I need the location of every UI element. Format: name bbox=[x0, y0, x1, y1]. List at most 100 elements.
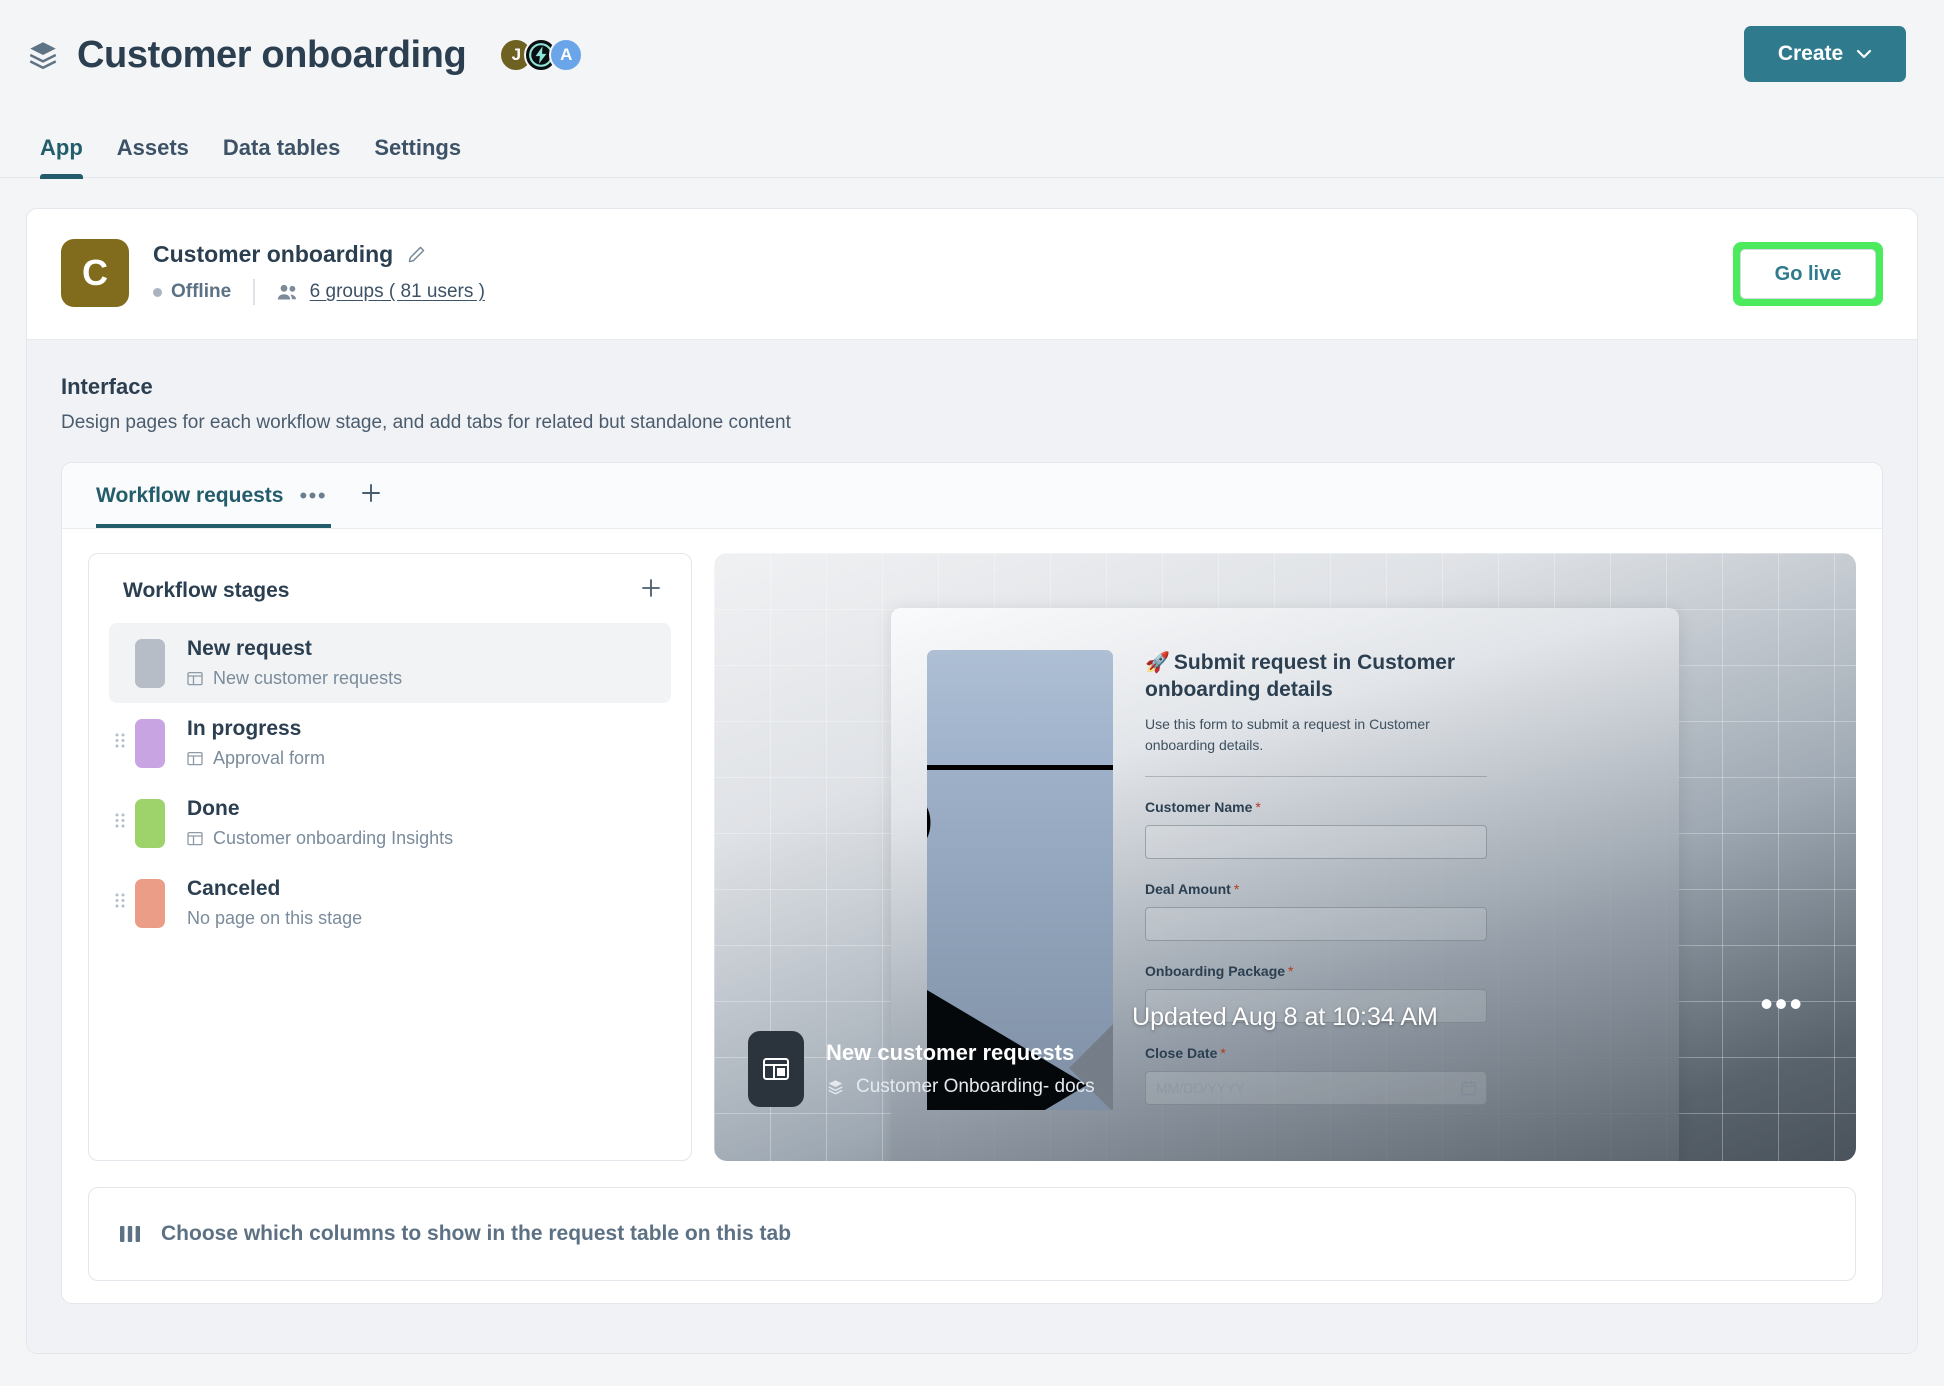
preview-source: Customer Onboarding- docs bbox=[826, 1076, 1095, 1098]
stage-page: Customer onboarding Insights bbox=[187, 828, 453, 849]
brand: Customer onboarding J A bbox=[26, 33, 584, 77]
stage-row-in-progress[interactable]: In progress Approval form bbox=[109, 703, 671, 783]
tab-workflow-requests-label: Workflow requests bbox=[96, 483, 284, 507]
stage-text: Done Customer onboarding Insights bbox=[187, 797, 453, 849]
main-card: C Customer onboarding Offline 6 groups (… bbox=[26, 208, 1918, 1354]
drag-handle[interactable] bbox=[111, 892, 129, 914]
preview-form: 🚀 Submit request in Customer onboarding d… bbox=[1145, 650, 1487, 1161]
add-tab-button[interactable] bbox=[359, 481, 383, 510]
tab-assets[interactable]: Assets bbox=[100, 135, 206, 177]
preview-footer-text: New customer requests Customer Onboardin… bbox=[826, 1040, 1095, 1098]
status-dot bbox=[153, 287, 162, 297]
stage-row-new-request[interactable]: New request New customer requests bbox=[109, 623, 671, 703]
nav-tabs: App Assets Data tables Settings bbox=[0, 110, 1944, 179]
stage-text: In progress Approval form bbox=[187, 717, 325, 769]
workflow-stages-title: Workflow stages bbox=[123, 578, 290, 602]
field-label-row: Close Date * bbox=[1145, 1045, 1487, 1063]
stage-page-label: Customer onboarding Insights bbox=[213, 828, 454, 848]
customer-name-input[interactable] bbox=[1145, 824, 1487, 859]
groups-link[interactable]: 6 groups ( 81 users ) bbox=[310, 281, 485, 303]
status-badge: Offline bbox=[171, 281, 232, 302]
page-layout-glyph-icon bbox=[763, 1058, 789, 1080]
stage-name: Canceled bbox=[187, 877, 281, 900]
field-label-row: Onboarding Package * bbox=[1145, 963, 1487, 981]
preview-page-name: New customer requests bbox=[826, 1040, 1075, 1065]
app-avatar: C bbox=[61, 239, 129, 307]
updated-timestamp: Updated Aug 8 at 10:34 AM bbox=[1132, 1003, 1438, 1031]
tab-app[interactable]: App bbox=[23, 135, 100, 179]
stage-page: New customer requests bbox=[187, 668, 402, 689]
plus-icon bbox=[642, 579, 660, 597]
pencil-icon[interactable] bbox=[407, 245, 426, 264]
chevron-down-icon bbox=[1857, 49, 1872, 59]
field-customer-name: Customer Name * bbox=[1145, 799, 1487, 859]
stage-page-label: New customer requests bbox=[213, 668, 403, 688]
field-label: Onboarding Package bbox=[1145, 962, 1286, 979]
grip-icon bbox=[115, 893, 125, 908]
required-marker: * bbox=[1233, 880, 1240, 897]
divider bbox=[1145, 775, 1487, 777]
required-marker: * bbox=[1288, 962, 1294, 979]
stage-page-label: Approval form bbox=[213, 748, 326, 768]
plus-icon bbox=[362, 484, 381, 502]
go-live-button[interactable]: Go live bbox=[1740, 249, 1876, 299]
interface-panel: Workflow requests ••• Workflow stages Ne… bbox=[61, 462, 1883, 1304]
tab-workflow-requests[interactable]: Workflow requests ••• bbox=[96, 463, 332, 528]
app-name: Customer onboarding bbox=[153, 241, 394, 267]
interface-title: Interface bbox=[61, 374, 153, 399]
field-deal-amount: Deal Amount * bbox=[1145, 881, 1487, 941]
create-button[interactable]: Create bbox=[1744, 26, 1906, 82]
preview-form-title: 🚀 Submit request in Customer onboarding d… bbox=[1145, 650, 1487, 704]
stage-color-swatch bbox=[135, 718, 165, 768]
stage-text: New request New customer requests bbox=[187, 637, 402, 689]
field-label: Deal Amount bbox=[1145, 880, 1231, 897]
workflow-stages-panel: Workflow stages New request New customer… bbox=[88, 553, 692, 1161]
preview-more-icon[interactable]: ••• bbox=[1760, 986, 1804, 1022]
grip-icon bbox=[115, 733, 125, 748]
workflow-stages-header: Workflow stages bbox=[109, 576, 671, 605]
preview-form-description: Use this form to submit a request in Cus… bbox=[1145, 715, 1430, 753]
calendar-icon[interactable] bbox=[1461, 1080, 1476, 1096]
field-label: Customer Name bbox=[1145, 798, 1253, 815]
stage-text: Canceled No page on this stage bbox=[187, 877, 362, 929]
page-title: Customer onboarding bbox=[77, 33, 467, 76]
deal-amount-input[interactable] bbox=[1145, 906, 1487, 941]
drag-handle[interactable] bbox=[111, 812, 129, 834]
drag-handle[interactable] bbox=[111, 732, 129, 754]
page-layout-icon bbox=[187, 671, 203, 686]
stage-name: New request bbox=[187, 637, 312, 660]
field-label-row: Deal Amount * bbox=[1145, 881, 1487, 899]
ellipsis-icon[interactable]: ••• bbox=[299, 484, 327, 506]
page-preview[interactable]: ) 🚀Submit request in Customer onboarding… bbox=[714, 553, 1856, 1161]
stage-row-done[interactable]: Done Customer onboarding Insights bbox=[109, 783, 671, 863]
panel-tabs: Workflow requests ••• bbox=[62, 463, 1882, 529]
interface-subtitle: Design pages for each workflow stage, an… bbox=[61, 412, 791, 433]
stage-name: In progress bbox=[187, 717, 302, 740]
field-label: Close Date bbox=[1145, 1044, 1218, 1061]
rocket-icon: 🚀 bbox=[1145, 652, 1170, 674]
create-button-label: Create bbox=[1777, 42, 1844, 65]
grip-icon bbox=[115, 813, 125, 828]
tab-data-tables[interactable]: Data tables bbox=[206, 135, 357, 177]
stage-page-label: No page on this stage bbox=[187, 908, 363, 928]
preview-glyph: ) bbox=[927, 798, 933, 842]
stage-color-swatch bbox=[135, 878, 165, 928]
groups-row[interactable]: 6 groups ( 81 users ) bbox=[277, 281, 485, 303]
preview-form-title-text: Submit request in Customer onboarding de… bbox=[1145, 651, 1456, 701]
choose-columns-bar[interactable]: Choose which columns to show in the requ… bbox=[88, 1187, 1856, 1281]
close-date-placeholder: MM/DD/YYYY bbox=[1156, 1079, 1245, 1096]
close-date-input[interactable]: MM/DD/YYYY bbox=[1145, 1070, 1487, 1105]
interface-section: Interface Design pages for each workflow… bbox=[27, 340, 1917, 1353]
panel-body: Workflow stages New request New customer… bbox=[62, 529, 1882, 1161]
avatar[interactable]: A bbox=[549, 38, 584, 72]
page-layout-icon bbox=[187, 831, 203, 846]
add-stage-button[interactable] bbox=[639, 576, 663, 605]
stage-name: Done bbox=[187, 797, 240, 820]
field-label-row: Customer Name * bbox=[1145, 799, 1487, 817]
tab-settings[interactable]: Settings bbox=[357, 135, 478, 177]
field-close-date: Close Date * MM/DD/YYYY bbox=[1145, 1045, 1487, 1105]
app-header-text: Customer onboarding Offline 6 groups ( 8… bbox=[153, 241, 485, 305]
preview-footer: New customer requests Customer Onboardin… bbox=[748, 1031, 1095, 1107]
columns-icon bbox=[120, 1226, 140, 1242]
stage-row-canceled[interactable]: Canceled No page on this stage bbox=[109, 863, 671, 943]
